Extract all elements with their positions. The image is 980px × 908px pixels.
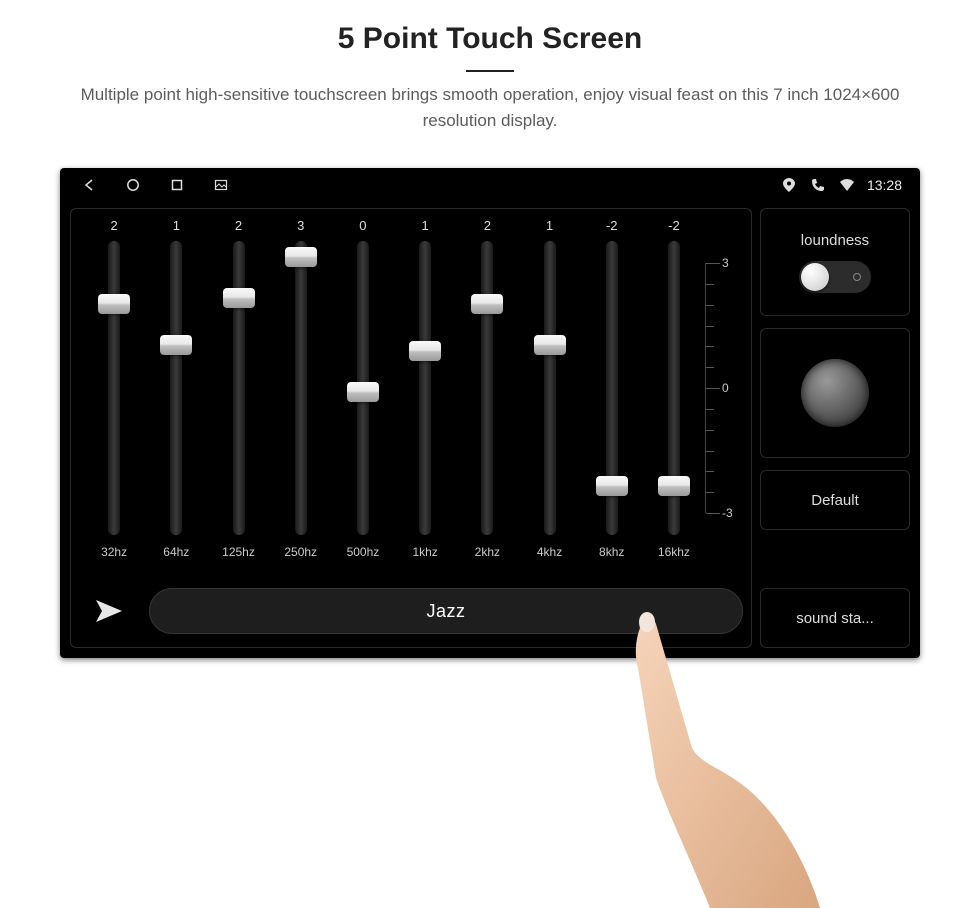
eq-slider[interactable] xyxy=(170,241,182,535)
eq-slider-knob[interactable] xyxy=(285,247,317,267)
soundstage-button-label: sound sta... xyxy=(796,610,874,627)
clock-text: 13:28 xyxy=(867,177,902,193)
page-subtitle: Multiple point high-sensitive touchscree… xyxy=(80,82,900,133)
eq-slider-knob[interactable] xyxy=(596,476,628,496)
loudness-box: loundness xyxy=(760,208,910,316)
nav-recent-icon[interactable] xyxy=(170,178,184,192)
eq-slider[interactable] xyxy=(233,241,245,535)
eq-band-value: 2 xyxy=(235,215,242,237)
eq-band-freq: 64hz xyxy=(163,539,189,565)
soundstage-button[interactable]: sound sta... xyxy=(760,588,910,648)
system-bar: 13:28 xyxy=(60,168,920,202)
loudness-label: loundness xyxy=(801,232,869,249)
eq-band-value: 0 xyxy=(359,215,366,237)
eq-slider-knob[interactable] xyxy=(98,294,130,314)
joystick-icon xyxy=(801,359,869,427)
eq-band-value: 1 xyxy=(546,215,553,237)
eq-band-freq: 2khz xyxy=(475,539,500,565)
eq-slider[interactable] xyxy=(295,241,307,535)
loudness-switch[interactable] xyxy=(799,261,871,293)
switch-knob xyxy=(801,263,829,291)
eq-slider[interactable] xyxy=(108,241,120,535)
eq-band-6: 2 2khz xyxy=(456,215,518,565)
eq-scale: 30-3 xyxy=(705,215,739,565)
eq-slider[interactable] xyxy=(668,241,680,535)
default-button-label: Default xyxy=(811,492,859,509)
eq-band-freq: 250hz xyxy=(284,539,317,565)
eq-slider-knob[interactable] xyxy=(534,335,566,355)
eq-band-9: -2 16khz xyxy=(643,215,705,565)
phone-icon xyxy=(811,178,825,192)
eq-band-value: 2 xyxy=(110,215,117,237)
eq-band-freq: 32hz xyxy=(101,539,127,565)
eq-band-5: 1 1khz xyxy=(394,215,456,565)
eq-band-7: 1 4khz xyxy=(518,215,580,565)
title-divider xyxy=(466,70,514,72)
eq-slider[interactable] xyxy=(357,241,369,535)
eq-band-freq: 500hz xyxy=(347,539,380,565)
eq-slider-knob[interactable] xyxy=(347,382,379,402)
eq-band-freq: 8khz xyxy=(599,539,624,565)
eq-slider-knob[interactable] xyxy=(160,335,192,355)
eq-slider[interactable] xyxy=(481,241,493,535)
eq-band-value: 1 xyxy=(173,215,180,237)
device-screen: 13:28 232hz164hz2125hz3250hz0500hz11khz2… xyxy=(60,168,920,658)
balance-control[interactable] xyxy=(760,328,910,458)
default-button[interactable]: Default xyxy=(760,470,910,530)
eq-band-4: 0 500hz xyxy=(332,215,394,565)
switch-indicator xyxy=(853,273,861,281)
equalizer-panel: 2 32hz 1 64hz 2 125hz 3 250hz 0 500hz 1 1khz 2 2khz 1 4… xyxy=(70,208,752,648)
eq-band-freq: 125hz xyxy=(222,539,255,565)
eq-slider-knob[interactable] xyxy=(409,341,441,361)
nav-back-icon[interactable] xyxy=(82,178,96,192)
eq-slider-knob[interactable] xyxy=(223,288,255,308)
eq-band-1: 1 64hz xyxy=(145,215,207,565)
back-button[interactable] xyxy=(79,589,133,633)
side-panel: loundness Default sound sta... xyxy=(760,208,910,648)
wifi-icon xyxy=(839,178,853,192)
eq-band-value: 1 xyxy=(422,215,429,237)
eq-band-value: -2 xyxy=(606,215,618,237)
nav-home-icon[interactable] xyxy=(126,178,140,192)
eq-preset-button[interactable]: Jazz xyxy=(149,588,743,634)
eq-band-value: -2 xyxy=(668,215,680,237)
eq-band-value: 2 xyxy=(484,215,491,237)
eq-band-freq: 16khz xyxy=(658,539,690,565)
eq-slider-knob[interactable] xyxy=(471,294,503,314)
eq-slider[interactable] xyxy=(606,241,618,535)
eq-band-freq: 1khz xyxy=(412,539,437,565)
eq-band-0: 2 32hz xyxy=(83,215,145,565)
gallery-icon[interactable] xyxy=(214,178,228,192)
eq-band-2: 2 125hz xyxy=(207,215,269,565)
eq-band-8: -2 8khz xyxy=(581,215,643,565)
eq-preset-label: Jazz xyxy=(426,601,465,622)
eq-slider-knob[interactable] xyxy=(658,476,690,496)
eq-band-3: 3 250hz xyxy=(270,215,332,565)
location-icon xyxy=(783,178,797,192)
eq-slider[interactable] xyxy=(544,241,556,535)
page-title: 5 Point Touch Screen xyxy=(0,22,980,56)
eq-band-freq: 4khz xyxy=(537,539,562,565)
eq-slider[interactable] xyxy=(419,241,431,535)
eq-band-value: 3 xyxy=(297,215,304,237)
hand-illustration xyxy=(600,608,820,908)
